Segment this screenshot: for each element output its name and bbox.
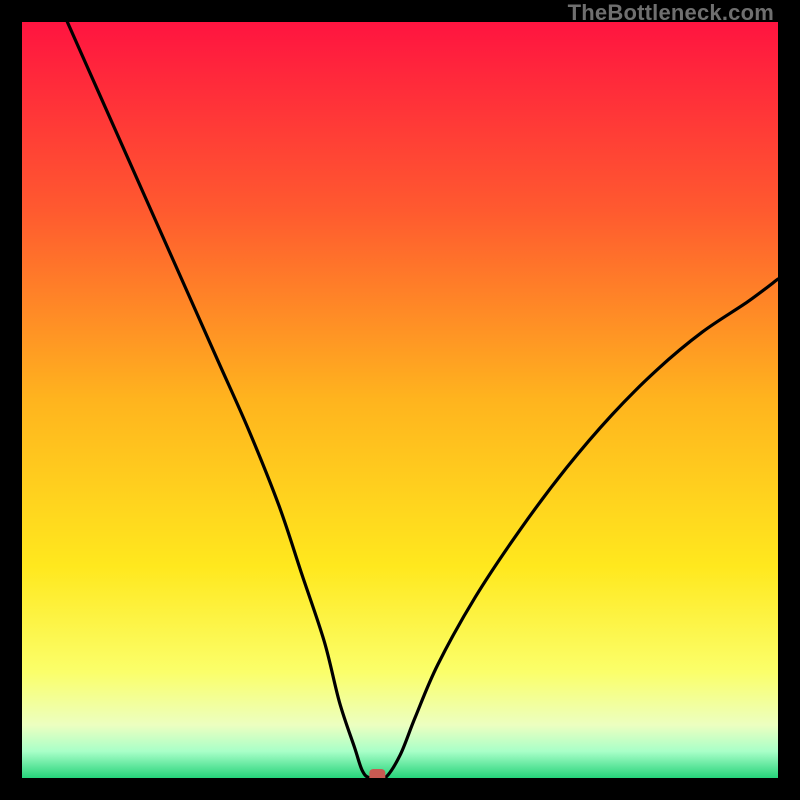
chart-frame	[22, 22, 778, 778]
watermark-text: TheBottleneck.com	[568, 0, 774, 26]
minimum-marker	[369, 769, 385, 778]
gradient-background	[22, 22, 778, 778]
bottleneck-chart	[22, 22, 778, 778]
